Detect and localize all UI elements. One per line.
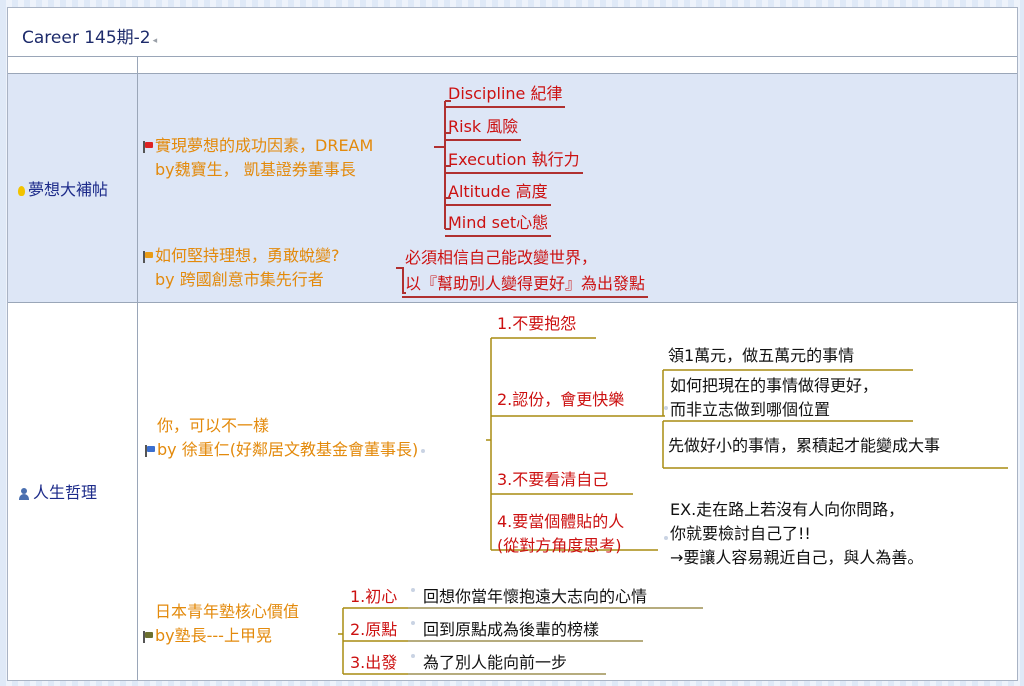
connector-dot-icon: [411, 654, 415, 658]
persist-child-help-others[interactable]: 以『幫助別人變得更好』為出發點: [402, 270, 649, 298]
item-be-considerate[interactable]: 4.要當個體貼的人 (從對方角度思考): [497, 510, 624, 558]
note-line-1: 如何把現在的事情做得更好，: [670, 376, 879, 395]
persist-child-believe[interactable]: 必須相信自己能改變世界，: [405, 244, 597, 268]
connector-dot-icon: [411, 588, 415, 592]
item-line-1: 4.要當個體貼的人: [497, 512, 625, 531]
connector-dot-icon: [411, 621, 415, 625]
note-ask-directions[interactable]: EX.走在路上若沒有人向你問路， 你就要檢討自己了!! →要讓人容易親近自己，與…: [670, 498, 923, 570]
item-line-2: (從對方角度思考): [497, 536, 622, 555]
lightbulb-icon: [18, 185, 25, 196]
category-dream[interactable]: 夢想大補帖: [18, 176, 108, 200]
dream-child-discipline[interactable]: Discipline 紀律: [445, 80, 566, 108]
dark-flag-icon: [142, 630, 153, 643]
expand-dot-icon: [421, 448, 426, 453]
dream-child-mindset[interactable]: Mind set心態: [445, 209, 552, 237]
value-beginner-mind[interactable]: 1.初心: [350, 583, 397, 607]
topic-line-2: by塾長---上甲晃: [155, 626, 272, 645]
topic-japan-youth[interactable]: 日本青年塾核心價值 by塾長---上甲晃: [142, 600, 299, 648]
note-do-five-times[interactable]: 領1萬元，做五萬元的事情: [668, 342, 854, 366]
note-do-better[interactable]: 如何把現在的事情做得更好， 而非立志做到哪個位置: [670, 374, 878, 422]
topic-line-1: 日本青年塾核心價值: [155, 602, 300, 621]
value-note-origin[interactable]: 回到原點成為後輩的榜樣: [423, 616, 599, 640]
value-origin[interactable]: 2.原點: [350, 616, 397, 640]
item-dont-see-self[interactable]: 3.不要看清自己: [497, 466, 608, 490]
topic-line-2: by 跨國創意市集先行者: [155, 270, 324, 289]
topic-line-2: by 徐重仁(好鄰居文教基金會董事長): [157, 440, 419, 459]
connector-lines: [338, 100, 1008, 675]
dream-child-altitude[interactable]: Altitude 高度: [445, 178, 551, 206]
blue-flag-icon: [144, 444, 155, 457]
topic-you-can-differ[interactable]: 你，可以不一樣 by 徐重仁(好鄰居文教基金會董事長): [144, 414, 426, 462]
connector-dot-icon: [664, 406, 668, 410]
note-line-1: EX.走在路上若沒有人向你問路，: [670, 500, 905, 519]
value-departure[interactable]: 3.出發: [350, 649, 397, 673]
value-note-departure[interactable]: 為了別人能向前一步: [423, 649, 567, 673]
orange-flag-icon: [142, 250, 153, 263]
item-accept-fate[interactable]: 2.認份，會更快樂: [497, 386, 624, 410]
note-small-things[interactable]: 先做好小的事情，累積起才能變成大事: [668, 432, 940, 456]
topic-persist-ideal[interactable]: 如何堅持理想，勇敢蛻變? by 跨國創意市集先行者: [142, 244, 340, 292]
topic-line-1: 你，可以不一樣: [157, 416, 270, 435]
category-life-philosophy[interactable]: 人生哲理: [18, 479, 97, 503]
note-line-2: 而非立志做到哪個位置: [670, 400, 831, 419]
dream-child-execution[interactable]: Execution 執行力: [445, 146, 583, 174]
topic-line-1: 實現夢想的成功因素，DREAM: [155, 136, 374, 155]
mindmap-board: Career 145期-2 ◂ 夢想大補帖 實現夢想的成功因素，DREAM by…: [7, 7, 1018, 681]
note-line-2: 你就要檢討自己了!!: [670, 524, 811, 543]
topic-dream-success[interactable]: 實現夢想的成功因素，DREAM by魏寶生， 凱基證券董事長: [142, 134, 373, 182]
dream-child-risk[interactable]: Risk 風險: [445, 113, 522, 141]
connector-dot-icon: [664, 536, 668, 540]
person-icon: [18, 487, 30, 500]
topic-line-1: 如何堅持理想，勇敢蛻變?: [155, 246, 340, 265]
value-note-beginner-mind[interactable]: 回想你當年懷抱遠大志向的心情: [423, 583, 647, 607]
topic-line-2: by魏寶生， 凱基證券董事長: [155, 160, 356, 179]
red-flag-icon: [142, 140, 153, 153]
note-line-3: →要讓人容易親近自己，與人為善。: [670, 548, 924, 567]
item-no-complaint[interactable]: 1.不要抱怨: [497, 310, 576, 334]
